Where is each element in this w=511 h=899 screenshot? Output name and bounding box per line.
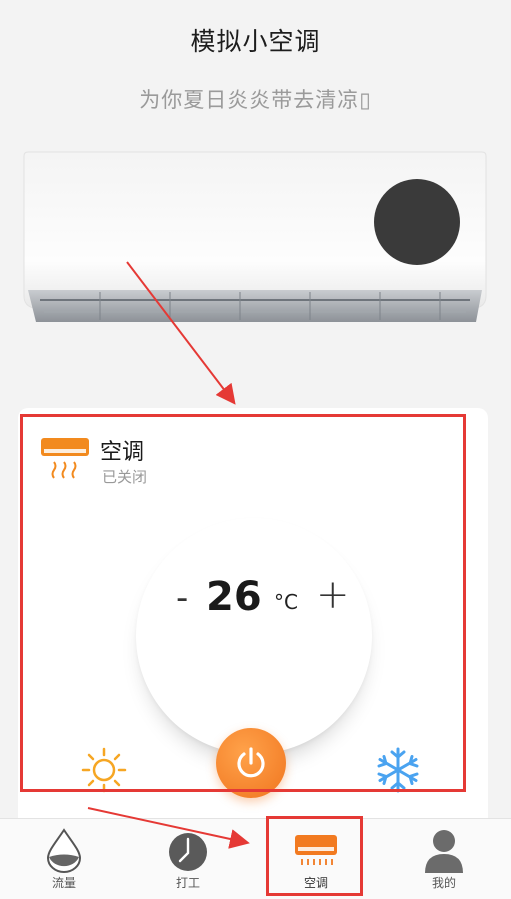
- ac-display-circle: [374, 179, 460, 265]
- nav-label-work: 打工: [175, 876, 200, 890]
- page-subtitle: 为你夏日炎炎带去清凉▯: [139, 88, 372, 112]
- nav-label-traffic: 流量: [51, 876, 76, 890]
- nav-item-profile[interactable]: 我的: [380, 819, 508, 899]
- bottom-navigation: 流量 打工 空调 我的: [0, 818, 511, 899]
- user-icon: [425, 830, 463, 873]
- water-drop-icon: [46, 828, 82, 873]
- annotation-highlight-tab: [266, 816, 363, 896]
- page-title: 模拟小空调: [190, 27, 321, 56]
- clock-icon: [169, 833, 207, 871]
- nav-label-profile: 我的: [431, 876, 456, 890]
- air-conditioner-illustration: [23, 151, 487, 322]
- annotation-highlight-card: [20, 414, 466, 792]
- nav-item-work[interactable]: 打工: [124, 819, 252, 899]
- nav-item-traffic[interactable]: 流量: [0, 819, 128, 899]
